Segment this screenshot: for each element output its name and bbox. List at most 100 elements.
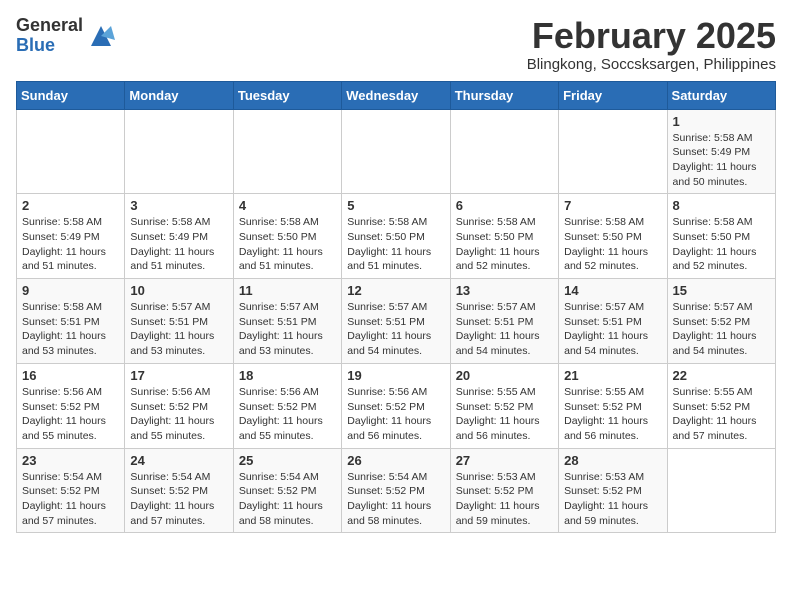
day-number: 14 bbox=[564, 283, 661, 298]
logo-blue-text: Blue bbox=[16, 36, 83, 56]
calendar-cell: 22 Sunrise: 5:55 AMSunset: 5:52 PMDayligh… bbox=[667, 363, 775, 448]
calendar-cell bbox=[125, 109, 233, 194]
day-info: Sunrise: 5:56 AMSunset: 5:52 PMDaylight:… bbox=[239, 385, 336, 444]
calendar-cell: 24 Sunrise: 5:54 AMSunset: 5:52 PMDayligh… bbox=[125, 448, 233, 533]
day-number: 6 bbox=[456, 198, 553, 213]
day-info: Sunrise: 5:54 AMSunset: 5:52 PMDaylight:… bbox=[347, 470, 444, 529]
day-number: 10 bbox=[130, 283, 227, 298]
day-info: Sunrise: 5:58 AMSunset: 5:51 PMDaylight:… bbox=[22, 300, 119, 359]
day-number: 2 bbox=[22, 198, 119, 213]
calendar-cell bbox=[17, 109, 125, 194]
calendar-cell bbox=[233, 109, 341, 194]
calendar-day-header: Monday bbox=[125, 81, 233, 109]
calendar-cell: 11 Sunrise: 5:57 AMSunset: 5:51 PMDayligh… bbox=[233, 279, 341, 364]
day-number: 5 bbox=[347, 198, 444, 213]
day-number: 13 bbox=[456, 283, 553, 298]
calendar-day-header: Sunday bbox=[17, 81, 125, 109]
calendar-day-header: Tuesday bbox=[233, 81, 341, 109]
day-info: Sunrise: 5:58 AMSunset: 5:49 PMDaylight:… bbox=[130, 215, 227, 274]
calendar-cell: 10 Sunrise: 5:57 AMSunset: 5:51 PMDayligh… bbox=[125, 279, 233, 364]
day-number: 4 bbox=[239, 198, 336, 213]
calendar-cell: 5 Sunrise: 5:58 AMSunset: 5:50 PMDaylight… bbox=[342, 194, 450, 279]
logo-icon bbox=[87, 22, 115, 50]
calendar-cell: 14 Sunrise: 5:57 AMSunset: 5:51 PMDayligh… bbox=[559, 279, 667, 364]
day-info: Sunrise: 5:53 AMSunset: 5:52 PMDaylight:… bbox=[456, 470, 553, 529]
day-info: Sunrise: 5:58 AMSunset: 5:49 PMDaylight:… bbox=[22, 215, 119, 274]
calendar-cell bbox=[667, 448, 775, 533]
calendar-table: SundayMondayTuesdayWednesdayThursdayFrid… bbox=[16, 81, 776, 534]
day-number: 1 bbox=[673, 114, 770, 129]
calendar-cell: 7Sunrise: 5:58 AMSunset: 5:50 PMDaylight… bbox=[559, 194, 667, 279]
day-info: Sunrise: 5:54 AMSunset: 5:52 PMDaylight:… bbox=[130, 470, 227, 529]
calendar-cell: 17Sunrise: 5:56 AMSunset: 5:52 PMDayligh… bbox=[125, 363, 233, 448]
calendar-cell bbox=[559, 109, 667, 194]
calendar-cell: 2 Sunrise: 5:58 AMSunset: 5:49 PMDaylight… bbox=[17, 194, 125, 279]
day-number: 25 bbox=[239, 453, 336, 468]
day-info: Sunrise: 5:56 AMSunset: 5:52 PMDaylight:… bbox=[347, 385, 444, 444]
day-info: Sunrise: 5:58 AMSunset: 5:50 PMDaylight:… bbox=[456, 215, 553, 274]
calendar-cell: 27 Sunrise: 5:53 AMSunset: 5:52 PMDayligh… bbox=[450, 448, 558, 533]
calendar-day-header: Saturday bbox=[667, 81, 775, 109]
day-info: Sunrise: 5:53 AMSunset: 5:52 PMDaylight:… bbox=[564, 470, 661, 529]
day-number: 8 bbox=[673, 198, 770, 213]
calendar-day-header: Wednesday bbox=[342, 81, 450, 109]
calendar-week-row: 23 Sunrise: 5:54 AMSunset: 5:52 PMDayligh… bbox=[17, 448, 776, 533]
day-info: Sunrise: 5:57 AMSunset: 5:51 PMDaylight:… bbox=[456, 300, 553, 359]
day-number: 19 bbox=[347, 368, 444, 383]
day-number: 17 bbox=[130, 368, 227, 383]
calendar-cell: 25Sunrise: 5:54 AMSunset: 5:52 PMDayligh… bbox=[233, 448, 341, 533]
calendar-cell: 19 Sunrise: 5:56 AMSunset: 5:52 PMDayligh… bbox=[342, 363, 450, 448]
day-number: 12 bbox=[347, 283, 444, 298]
calendar-cell: 13 Sunrise: 5:57 AMSunset: 5:51 PMDayligh… bbox=[450, 279, 558, 364]
calendar-cell bbox=[342, 109, 450, 194]
day-info: Sunrise: 5:57 AMSunset: 5:51 PMDaylight:… bbox=[564, 300, 661, 359]
day-info: Sunrise: 5:58 AMSunset: 5:50 PMDaylight:… bbox=[239, 215, 336, 274]
day-number: 20 bbox=[456, 368, 553, 383]
logo-general-text: General bbox=[16, 16, 83, 36]
day-info: Sunrise: 5:56 AMSunset: 5:52 PMDaylight:… bbox=[22, 385, 119, 444]
logo: General Blue bbox=[16, 16, 115, 56]
day-number: 7 bbox=[564, 198, 661, 213]
title-block: February 2025 Blingkong, Soccsksargen, P… bbox=[527, 16, 776, 73]
calendar-week-row: 16Sunrise: 5:56 AMSunset: 5:52 PMDayligh… bbox=[17, 363, 776, 448]
day-number: 22 bbox=[673, 368, 770, 383]
day-info: Sunrise: 5:58 AMSunset: 5:50 PMDaylight:… bbox=[347, 215, 444, 274]
day-number: 27 bbox=[456, 453, 553, 468]
location: Blingkong, Soccsksargen, Philippines bbox=[527, 56, 776, 73]
calendar-cell: 28 Sunrise: 5:53 AMSunset: 5:52 PMDayligh… bbox=[559, 448, 667, 533]
calendar-cell: 15 Sunrise: 5:57 AMSunset: 5:52 PMDayligh… bbox=[667, 279, 775, 364]
calendar-cell: 1 Sunrise: 5:58 AMSunset: 5:49 PMDaylight… bbox=[667, 109, 775, 194]
calendar-cell: 8 Sunrise: 5:58 AMSunset: 5:50 PMDaylight… bbox=[667, 194, 775, 279]
day-number: 23 bbox=[22, 453, 119, 468]
day-info: Sunrise: 5:57 AMSunset: 5:51 PMDaylight:… bbox=[239, 300, 336, 359]
calendar-day-header: Thursday bbox=[450, 81, 558, 109]
calendar-cell: 3 Sunrise: 5:58 AMSunset: 5:49 PMDaylight… bbox=[125, 194, 233, 279]
day-number: 18 bbox=[239, 368, 336, 383]
day-info: Sunrise: 5:55 AMSunset: 5:52 PMDaylight:… bbox=[564, 385, 661, 444]
day-number: 11 bbox=[239, 283, 336, 298]
month-title: February 2025 bbox=[527, 16, 776, 56]
page-header: General Blue February 2025 Blingkong, So… bbox=[16, 16, 776, 73]
calendar-cell: 18 Sunrise: 5:56 AMSunset: 5:52 PMDayligh… bbox=[233, 363, 341, 448]
day-info: Sunrise: 5:55 AMSunset: 5:52 PMDaylight:… bbox=[673, 385, 770, 444]
day-number: 24 bbox=[130, 453, 227, 468]
day-info: Sunrise: 5:58 AMSunset: 5:49 PMDaylight:… bbox=[673, 131, 770, 190]
calendar-cell: 23Sunrise: 5:54 AMSunset: 5:52 PMDayligh… bbox=[17, 448, 125, 533]
day-number: 15 bbox=[673, 283, 770, 298]
calendar-day-header: Friday bbox=[559, 81, 667, 109]
day-number: 3 bbox=[130, 198, 227, 213]
calendar-cell: 20 Sunrise: 5:55 AMSunset: 5:52 PMDayligh… bbox=[450, 363, 558, 448]
day-info: Sunrise: 5:58 AMSunset: 5:50 PMDaylight:… bbox=[673, 215, 770, 274]
day-info: Sunrise: 5:55 AMSunset: 5:52 PMDaylight:… bbox=[456, 385, 553, 444]
calendar-cell: 6 Sunrise: 5:58 AMSunset: 5:50 PMDaylight… bbox=[450, 194, 558, 279]
calendar-week-row: 2 Sunrise: 5:58 AMSunset: 5:49 PMDaylight… bbox=[17, 194, 776, 279]
day-number: 28 bbox=[564, 453, 661, 468]
day-info: Sunrise: 5:57 AMSunset: 5:51 PMDaylight:… bbox=[130, 300, 227, 359]
calendar-cell: 16Sunrise: 5:56 AMSunset: 5:52 PMDayligh… bbox=[17, 363, 125, 448]
calendar-cell: 12Sunrise: 5:57 AMSunset: 5:51 PMDayligh… bbox=[342, 279, 450, 364]
calendar-cell: 26Sunrise: 5:54 AMSunset: 5:52 PMDayligh… bbox=[342, 448, 450, 533]
day-info: Sunrise: 5:57 AMSunset: 5:52 PMDaylight:… bbox=[673, 300, 770, 359]
calendar-cell: 21 Sunrise: 5:55 AMSunset: 5:52 PMDayligh… bbox=[559, 363, 667, 448]
day-number: 21 bbox=[564, 368, 661, 383]
calendar-cell bbox=[450, 109, 558, 194]
